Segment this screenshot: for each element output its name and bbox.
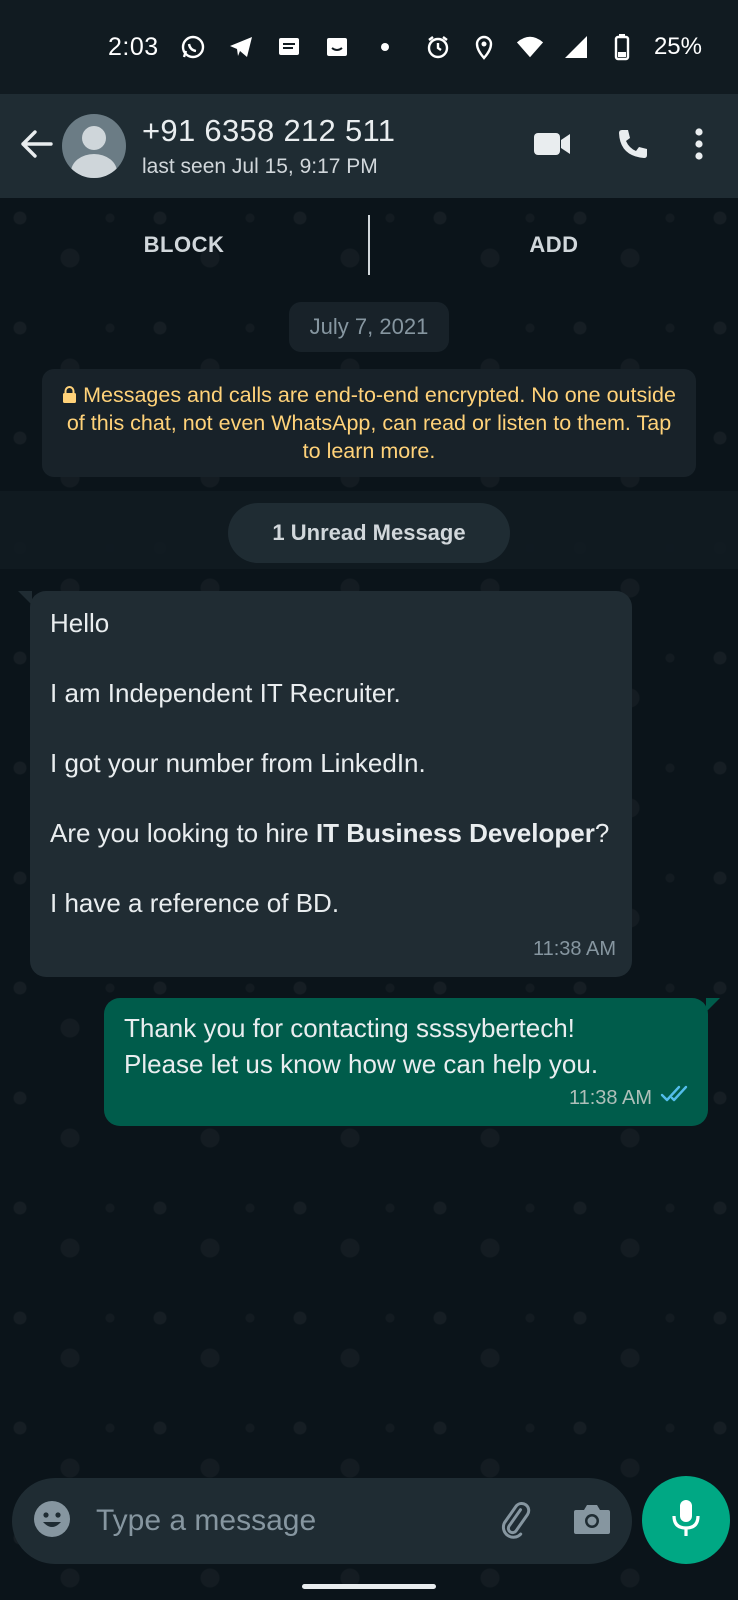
dot-icon [371,33,399,61]
avatar[interactable] [62,114,126,178]
amazon-icon [323,33,351,61]
message-bold-text: IT Business Developer [315,818,595,848]
message-text: ? [594,818,610,848]
camera-button[interactable] [570,1499,614,1543]
block-button[interactable]: BLOCK [0,232,368,258]
camera-icon [572,1501,612,1542]
signal-icon [562,33,590,61]
message-input[interactable] [96,1504,492,1538]
emoji-button[interactable] [30,1499,74,1543]
add-contact-button[interactable]: ADD [370,232,738,258]
contact-name: +91 6358 212 511 [142,113,396,148]
avatar-body [71,154,117,178]
contact-info[interactable]: +91 6358 212 511 last seen Jul 15, 9:17 … [142,113,395,179]
unread-messages-label: 1 Unread Message [228,503,510,563]
status-left: 2:03 [108,33,399,62]
message-meta: 11:38 AM [569,1080,692,1116]
message-icon [275,33,303,61]
back-button[interactable] [10,116,62,176]
emoji-icon [32,1499,72,1544]
lock-icon [62,383,77,403]
telegram-icon [227,33,255,61]
double-check-read-icon [660,1080,692,1116]
status-bar: 2:03 25% [0,0,738,94]
mic-icon [671,1498,701,1543]
message-line: I am Independent IT Recruiter. [50,678,401,708]
battery-level: 25% [653,33,702,60]
message-line: Please let us know how we can help you. [124,1049,599,1079]
location-icon [470,33,498,61]
whatsapp-icon [179,33,207,61]
incoming-message[interactable]: Hello I am Independent IT Recruiter. I g… [30,591,632,977]
phone-icon [616,127,650,166]
battery-icon [608,33,636,61]
date-chip: July 7, 2021 [289,302,449,352]
voice-call-button[interactable] [616,126,650,166]
message-time: 11:38 AM [568,1087,652,1109]
encryption-notice-text: Messages and calls are end-to-end encryp… [66,383,676,463]
more-vert-icon [694,127,704,166]
home-indicator[interactable] [302,1584,436,1589]
message-line: Thank you for contacting ssssybertech! [124,1013,575,1043]
outgoing-message[interactable]: Thank you for contacting ssssybertech! P… [104,998,708,1126]
message-composer [12,1478,632,1564]
message-time: 11:38 AM [532,938,616,960]
block-add-bar: BLOCK ADD [0,198,738,292]
clock: 2:03 [108,32,159,61]
message-line: I have a reference of BD. [50,888,340,918]
chat-header: +91 6358 212 511 last seen Jul 15, 9:17 … [0,94,738,198]
video-call-icon [532,130,572,163]
last-seen: last seen Jul 15, 9:17 PM [142,155,378,178]
alarm-icon [424,33,452,61]
message-line: I got your number from LinkedIn. [50,748,426,778]
wifi-icon [516,33,544,61]
message-text: Are you looking to hire [50,818,316,848]
video-call-button[interactable] [532,126,572,166]
message-line: Are you looking to hire IT Business Deve… [50,815,612,851]
voice-record-button[interactable] [642,1476,730,1564]
status-right: 25% [424,33,702,61]
attach-icon [494,1499,534,1544]
outgoing-bubble-tail [706,998,720,1012]
more-options-button[interactable] [694,126,704,166]
message-line: Hello [50,608,110,638]
attach-button[interactable] [492,1499,536,1543]
encryption-notice[interactable]: Messages and calls are end-to-end encryp… [42,369,696,477]
back-arrow-icon [19,129,53,164]
header-actions [532,126,704,166]
avatar-head [82,126,106,150]
